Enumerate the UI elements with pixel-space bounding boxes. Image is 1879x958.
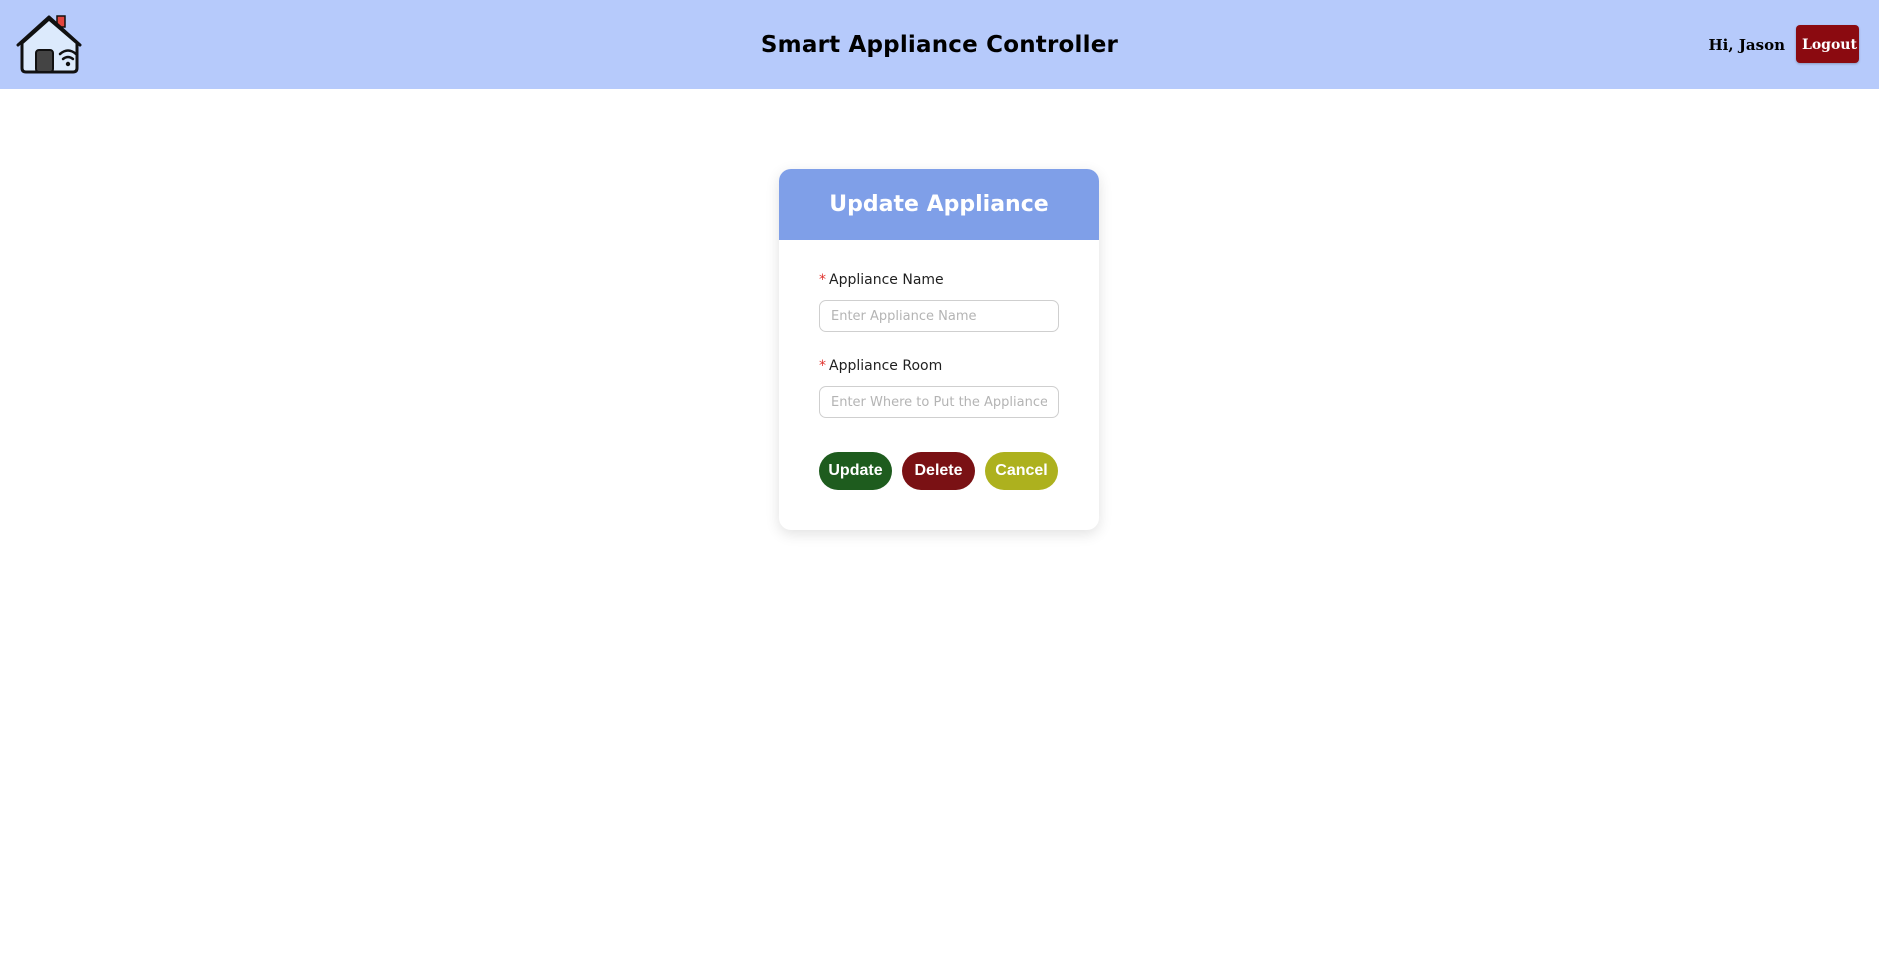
delete-button[interactable]: Delete xyxy=(902,452,975,490)
card-title: Update Appliance xyxy=(779,169,1099,240)
appliance-name-label-text: Appliance Name xyxy=(829,272,944,288)
appliance-room-input[interactable] xyxy=(819,386,1059,418)
required-marker: * xyxy=(819,358,826,374)
user-greeting: Hi, Jason xyxy=(1708,36,1786,54)
appliance-name-label: * Appliance Name xyxy=(819,272,944,288)
app-title: Smart Appliance Controller xyxy=(760,32,1119,58)
cancel-button[interactable]: Cancel xyxy=(985,452,1058,490)
logout-button[interactable]: Logout xyxy=(1796,25,1859,63)
appliance-room-label-text: Appliance Room xyxy=(829,358,943,374)
app-header: Smart Appliance Controller Hi, Jason Log… xyxy=(0,0,1879,89)
appliance-name-input[interactable] xyxy=(819,300,1059,332)
update-button[interactable]: Update xyxy=(819,452,892,490)
update-appliance-card: Update Appliance *Appliance Name *Applia… xyxy=(779,169,1099,530)
required-marker: * xyxy=(819,272,826,288)
appliance-room-label: * Appliance Room xyxy=(819,358,942,374)
